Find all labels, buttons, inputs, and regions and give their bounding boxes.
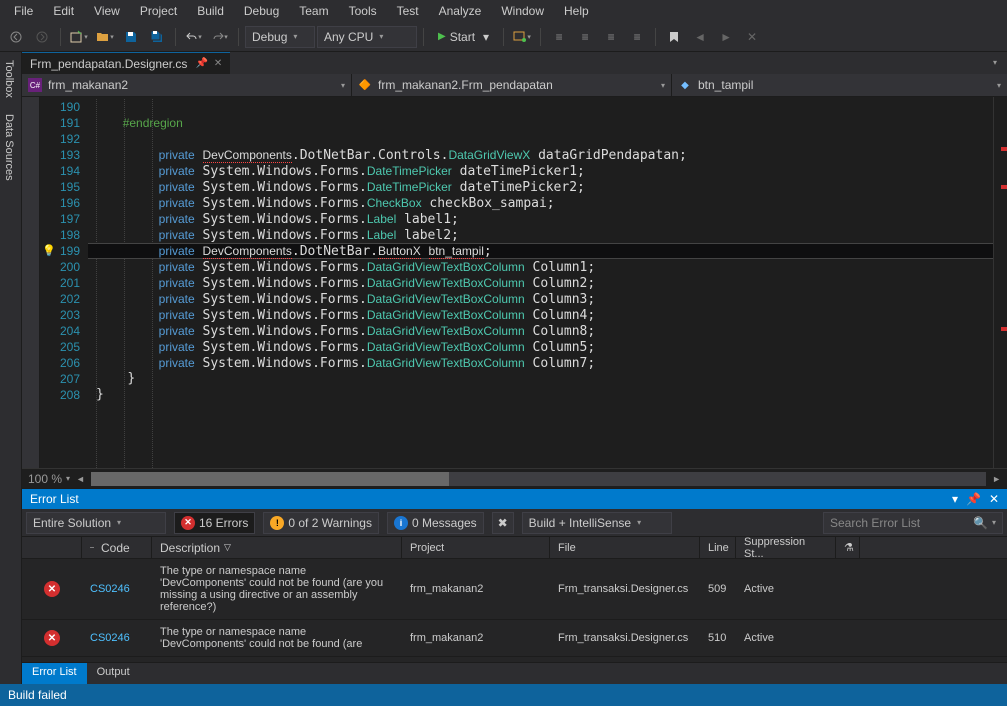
filter-icon[interactable]: ⚗	[836, 537, 860, 558]
error-list-toolbar: Entire Solution▾ ✕16 Errors !0 of 2 Warn…	[22, 509, 1007, 537]
pin-icon[interactable]: 📌	[195, 58, 207, 69]
horizontal-scrollbar[interactable]	[91, 472, 986, 486]
errors-filter[interactable]: ✕16 Errors	[174, 512, 255, 534]
close-tab-icon[interactable]: ✕	[214, 58, 222, 69]
error-search-input[interactable]: Search Error List 🔍 ▾	[823, 512, 1003, 534]
new-project-button[interactable]: ▾	[67, 25, 91, 49]
error-mode-button[interactable]: ✖	[492, 512, 514, 534]
menu-debug[interactable]: Debug	[234, 1, 289, 21]
next-bookmark-button[interactable]: ►	[714, 25, 738, 49]
config-dropdown[interactable]: Debug▾	[245, 26, 315, 48]
save-button[interactable]	[119, 25, 143, 49]
pin-panel-icon[interactable]: 📌	[966, 492, 981, 506]
nav-member-dropdown[interactable]: ◆ btn_tampil▾	[672, 74, 1007, 96]
nav-forward-button[interactable]	[30, 25, 54, 49]
browser-link-button[interactable]: ▾	[510, 25, 534, 49]
menu-tools[interactable]: Tools	[339, 1, 387, 21]
status-text: Build failed	[8, 688, 67, 702]
editor-zoom-bar: 100 % ▾ ◄ ►	[22, 468, 1007, 488]
error-row[interactable]: ✕CS0246The type or namespace name 'DevCo…	[22, 559, 1007, 620]
bottom-panel-tabs: Error List Output	[22, 662, 1007, 684]
toolbox-tab[interactable]: Toolbox	[0, 52, 21, 106]
comment-button[interactable]: ≡	[599, 25, 623, 49]
code-nav-bar: C# frm_makanan2▾ 🔶 frm_makanan2.Frm_pend…	[22, 74, 1007, 97]
search-icon: 🔍	[973, 516, 988, 530]
code-text[interactable]: #endregion private DevComponents.DotNetB…	[88, 97, 993, 468]
bookmark-button[interactable]	[662, 25, 686, 49]
tab-overflow-button[interactable]: ▾	[983, 50, 1007, 74]
redo-button[interactable]: ▾	[208, 25, 232, 49]
prev-bookmark-button[interactable]: ◄	[688, 25, 712, 49]
menu-bar: File Edit View Project Build Debug Team …	[0, 0, 1007, 22]
menu-build[interactable]: Build	[187, 1, 234, 21]
menu-project[interactable]: Project	[130, 1, 187, 21]
line-numbers: 190191192193194195196197198💡199200201202…	[40, 97, 88, 468]
class-icon: 🔶	[358, 78, 372, 92]
outline-gutter[interactable]	[22, 97, 40, 468]
document-tab[interactable]: Frm_pendapatan.Designer.cs 📌 ✕	[22, 52, 230, 74]
uncomment-button[interactable]: ≡	[625, 25, 649, 49]
scope-dropdown[interactable]: Entire Solution▾	[26, 512, 166, 534]
indent-less-button[interactable]: ≡	[547, 25, 571, 49]
csharp-icon: C#	[28, 78, 42, 92]
error-list-panel: Error List ▾ 📌 ✕ Entire Solution▾ ✕16 Er…	[22, 488, 1007, 684]
indent-more-button[interactable]: ≡	[573, 25, 597, 49]
warnings-filter[interactable]: !0 of 2 Warnings	[263, 512, 379, 534]
menu-edit[interactable]: Edit	[43, 1, 84, 21]
error-table: ⎯Code Description ▽ Project File Line Su…	[22, 537, 1007, 662]
vertical-scrollbar[interactable]	[993, 97, 1007, 468]
error-list-header[interactable]: Error List ▾ 📌 ✕	[22, 489, 1007, 509]
start-debug-button[interactable]: ▶Start▾	[430, 26, 497, 48]
close-panel-icon[interactable]: ✕	[989, 492, 999, 506]
errorlist-tab[interactable]: Error List	[22, 663, 87, 684]
menu-window[interactable]: Window	[491, 1, 554, 21]
platform-dropdown[interactable]: Any CPU▾	[317, 26, 417, 48]
nav-back-button[interactable]	[4, 25, 28, 49]
code-editor[interactable]: 190191192193194195196197198💡199200201202…	[22, 97, 1007, 468]
open-file-button[interactable]: ▾	[93, 25, 117, 49]
error-rows: ✕CS0246The type or namespace name 'DevCo…	[22, 559, 1007, 657]
menu-team[interactable]: Team	[289, 1, 338, 21]
menu-test[interactable]: Test	[387, 1, 429, 21]
menu-view[interactable]: View	[84, 1, 130, 21]
document-tabs: Frm_pendapatan.Designer.cs 📌 ✕ ▾	[22, 52, 1007, 74]
error-row[interactable]: ✕CS0246The type or namespace name 'DevCo…	[22, 620, 1007, 657]
messages-filter[interactable]: i0 Messages	[387, 512, 484, 534]
datasources-tab[interactable]: Data Sources	[0, 106, 21, 189]
output-tab[interactable]: Output	[87, 663, 140, 684]
build-filter-dropdown[interactable]: Build + IntelliSense▾	[522, 512, 672, 534]
error-columns[interactable]: ⎯Code Description ▽ Project File Line Su…	[22, 537, 1007, 559]
menu-help[interactable]: Help	[554, 1, 599, 21]
undo-button[interactable]: ▾	[182, 25, 206, 49]
zoom-level[interactable]: 100 %	[28, 472, 62, 486]
left-side-tabs: Toolbox Data Sources	[0, 52, 22, 684]
nav-project-dropdown[interactable]: C# frm_makanan2▾	[22, 74, 352, 96]
menu-file[interactable]: File	[4, 1, 43, 21]
nav-type-dropdown[interactable]: 🔶 frm_makanan2.Frm_pendapatan▾	[352, 74, 672, 96]
status-bar: Build failed	[0, 684, 1007, 706]
clear-bookmark-button[interactable]: ✕	[740, 25, 764, 49]
field-icon: ◆	[678, 78, 692, 92]
menu-analyze[interactable]: Analyze	[429, 1, 492, 21]
panel-options-icon[interactable]: ▾	[952, 492, 958, 506]
main-toolbar: ▾ ▾ ▾ ▾ Debug▾ Any CPU▾ ▶Start▾ ▾ ≡ ≡ ≡ …	[0, 22, 1007, 52]
tab-title: Frm_pendapatan.Designer.cs	[30, 57, 187, 71]
save-all-button[interactable]	[145, 25, 169, 49]
